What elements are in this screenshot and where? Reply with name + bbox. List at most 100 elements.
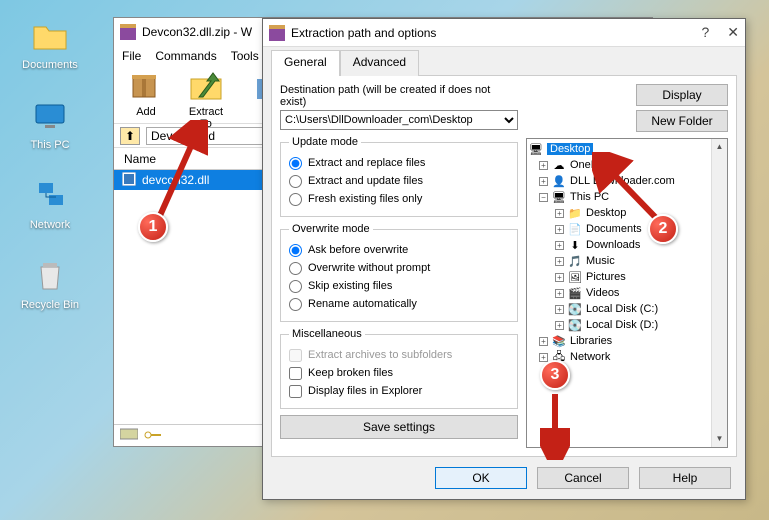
tree-node[interactable]: Local Disk (C:) <box>586 303 658 315</box>
folder-tree[interactable]: 🖥Desktop +☁OneDri +👤DLL Downloader.com −… <box>526 138 728 448</box>
up-arrow-icon: ⬆ <box>125 129 135 143</box>
tree-node[interactable]: Desktop <box>586 207 626 219</box>
tree-node[interactable]: Local Disk (D:) <box>586 319 658 331</box>
expand-icon[interactable]: + <box>555 257 564 266</box>
toolbar-extract-to-button[interactable]: Extract To <box>182 68 230 123</box>
documents-icon: 📄 <box>568 223 582 236</box>
desktop-icon-documents[interactable]: Documents <box>16 16 84 71</box>
check-keep-broken[interactable]: Keep broken files <box>289 364 509 382</box>
dll-file-icon <box>122 172 136 189</box>
scroll-up-icon[interactable]: ▲ <box>712 139 727 155</box>
save-settings-button[interactable]: Save settings <box>280 415 518 439</box>
new-folder-button[interactable]: New Folder <box>636 110 728 132</box>
expand-icon[interactable]: + <box>555 225 564 234</box>
expand-icon[interactable]: + <box>555 305 564 314</box>
tree-node[interactable]: Network <box>570 351 610 363</box>
pc-icon <box>30 96 70 136</box>
tree-node-desktop[interactable]: Desktop <box>547 143 593 155</box>
radio-overwrite-noprompt[interactable]: Overwrite without prompt <box>289 259 509 277</box>
expand-icon[interactable]: + <box>539 337 548 346</box>
overwrite-mode-legend: Overwrite mode <box>289 223 373 235</box>
tree-node[interactable]: OneDri <box>570 159 605 171</box>
dialog-titlebar[interactable]: Extraction path and options ? ✕ <box>263 19 745 47</box>
music-icon: 🎵 <box>568 255 582 268</box>
close-icon[interactable]: ✕ <box>727 24 739 41</box>
dialog-button-row: OK Cancel Help <box>435 467 731 489</box>
desktop-icon-this-pc[interactable]: This PC <box>16 96 84 151</box>
winrar-app-icon <box>120 24 136 40</box>
tree-node[interactable]: This PC <box>570 191 609 203</box>
tree-node[interactable]: Music <box>586 255 615 267</box>
scroll-down-icon[interactable]: ▼ <box>712 431 727 447</box>
pc-icon: 🖥 <box>552 191 566 204</box>
expand-icon[interactable]: + <box>539 353 548 362</box>
tree-node[interactable]: Pictures <box>586 271 626 283</box>
ok-button[interactable]: OK <box>435 467 527 489</box>
expand-icon[interactable]: + <box>555 209 564 218</box>
toolbar-label: Add <box>136 106 156 118</box>
menu-file[interactable]: File <box>122 49 141 63</box>
user-icon: 👤 <box>552 175 566 188</box>
cancel-button[interactable]: Cancel <box>537 467 629 489</box>
expand-icon[interactable]: + <box>555 321 564 330</box>
disk-icon: 💽 <box>568 319 582 332</box>
expand-icon[interactable]: + <box>555 289 564 298</box>
desktop-icon-recycle-bin[interactable]: Recycle Bin <box>16 256 84 311</box>
update-mode-legend: Update mode <box>289 136 361 148</box>
tab-panel-general: Destination path (will be created if doe… <box>271 75 737 457</box>
tree-node[interactable]: DLL Downloader.com <box>570 175 675 187</box>
expand-icon[interactable]: + <box>539 177 548 186</box>
status-disk-icon <box>120 427 138 445</box>
destination-path-input[interactable]: C:\Users\DllDownloader_com\Desktop <box>280 110 518 130</box>
radio-extract-replace[interactable]: Extract and replace files <box>289 154 509 172</box>
downloads-icon: ⬇ <box>568 239 582 252</box>
add-archive-icon <box>128 68 164 104</box>
winrar-title: Devcon32.dll.zip - W <box>142 25 252 39</box>
annotation-callout-2: 2 <box>648 214 678 244</box>
expand-icon[interactable]: + <box>555 241 564 250</box>
check-subfolders[interactable]: Extract archives to subfolders <box>289 346 509 364</box>
disk-icon: 💽 <box>568 303 582 316</box>
up-folder-button[interactable]: ⬆ <box>120 127 140 145</box>
desktop-icon-network[interactable]: Network <box>16 176 84 231</box>
overwrite-mode-group: Overwrite mode Ask before overwrite Over… <box>280 223 518 322</box>
annotation-callout-3: 3 <box>540 360 570 390</box>
destination-path-label: Destination path (will be created if doe… <box>280 84 518 108</box>
expand-icon[interactable]: + <box>539 161 548 170</box>
radio-ask-overwrite[interactable]: Ask before overwrite <box>289 241 509 259</box>
tab-advanced[interactable]: Advanced <box>340 50 419 76</box>
dialog-title: Extraction path and options <box>291 26 436 40</box>
desktop-icon: 🖥 <box>529 143 543 156</box>
menu-tools[interactable]: Tools <box>231 49 259 63</box>
tree-node[interactable]: Libraries <box>570 335 612 347</box>
folder-icon <box>30 16 70 56</box>
tree-node[interactable]: Documents <box>586 223 642 235</box>
radio-rename-auto[interactable]: Rename automatically <box>289 295 509 313</box>
radio-extract-update[interactable]: Extract and update files <box>289 172 509 190</box>
status-key-icon <box>144 427 162 445</box>
folder-icon: 📁 <box>568 207 582 220</box>
pictures-icon: 🖼 <box>568 271 582 284</box>
desktop-icon-label: This PC <box>30 139 69 151</box>
radio-fresh-only[interactable]: Fresh existing files only <box>289 190 509 208</box>
collapse-icon[interactable]: − <box>539 193 548 202</box>
help-button[interactable]: Help <box>639 467 731 489</box>
radio-skip-existing[interactable]: Skip existing files <box>289 277 509 295</box>
videos-icon: 🎬 <box>568 287 582 300</box>
display-button[interactable]: Display <box>636 84 728 106</box>
desktop-icon-label: Recycle Bin <box>21 299 79 311</box>
help-icon[interactable]: ? <box>701 24 709 41</box>
menu-commands[interactable]: Commands <box>155 49 216 63</box>
tree-scrollbar[interactable]: ▲▼ <box>711 139 727 447</box>
expand-icon[interactable]: + <box>555 273 564 282</box>
extract-to-icon <box>188 68 224 104</box>
annotation-callout-1: 1 <box>138 212 168 242</box>
toolbar-add-button[interactable]: Add <box>122 68 170 123</box>
dialog-tabs: General Advanced <box>263 47 745 75</box>
tab-general[interactable]: General <box>271 50 340 76</box>
tree-node[interactable]: Downloads <box>586 239 640 251</box>
check-display-explorer[interactable]: Display files in Explorer <box>289 382 509 400</box>
tree-node[interactable]: Videos <box>586 287 619 299</box>
desktop-icon-label: Network <box>30 219 70 231</box>
update-mode-group: Update mode Extract and replace files Ex… <box>280 136 518 217</box>
